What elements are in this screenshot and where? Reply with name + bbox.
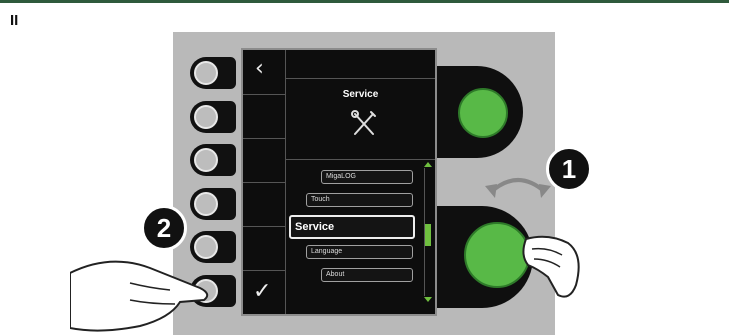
checkmark-icon[interactable]: ✓	[253, 279, 271, 304]
side-button-4[interactable]	[190, 188, 236, 220]
menu-item-language[interactable]: Language	[306, 245, 413, 259]
top-divider-line	[0, 0, 729, 3]
scroll-down-icon[interactable]	[424, 297, 432, 302]
menu-item-about[interactable]: About	[321, 268, 413, 282]
sidebar-cell	[243, 138, 285, 183]
side-button-2[interactable]	[190, 101, 236, 133]
screen-header	[286, 50, 435, 79]
screen-sidebar: ‹ ✓	[243, 50, 286, 314]
step-2-badge: 2	[141, 205, 187, 251]
button-cap	[194, 148, 218, 172]
title-area: Service	[286, 79, 435, 160]
chevron-left-icon[interactable]: ‹	[255, 56, 264, 81]
menu-item-migalog[interactable]: MigaLOG	[321, 170, 413, 184]
menu-item-touch[interactable]: Touch	[306, 193, 413, 207]
turning-hand-icon	[522, 235, 580, 298]
menu-scrollbar[interactable]	[424, 162, 432, 302]
pointing-hand-icon	[70, 260, 209, 332]
upper-knob[interactable]	[458, 88, 508, 138]
sidebar-cell	[243, 182, 285, 227]
service-menu: MigaLOG Touch Service Language About	[286, 160, 435, 314]
rotate-arrow-icon	[485, 178, 551, 198]
tools-icon	[351, 110, 376, 135]
section-label: II	[10, 12, 19, 29]
screen-title: Service	[342, 89, 379, 100]
side-button-1[interactable]	[190, 57, 236, 89]
display-screen: ‹ ✓ Service MigaLOG Touch Service Langua…	[241, 48, 437, 316]
back-cell[interactable]: ‹	[243, 50, 285, 95]
step-1-badge: 1	[546, 146, 592, 192]
button-cap	[194, 61, 218, 85]
scroll-thumb[interactable]	[425, 224, 431, 246]
sidebar-cell	[243, 226, 285, 271]
button-cap	[194, 192, 218, 216]
scroll-up-icon[interactable]	[424, 162, 432, 167]
sidebar-cell	[243, 94, 285, 139]
side-button-3[interactable]	[190, 144, 236, 176]
button-cap	[194, 105, 218, 129]
menu-item-service[interactable]: Service	[289, 215, 415, 239]
